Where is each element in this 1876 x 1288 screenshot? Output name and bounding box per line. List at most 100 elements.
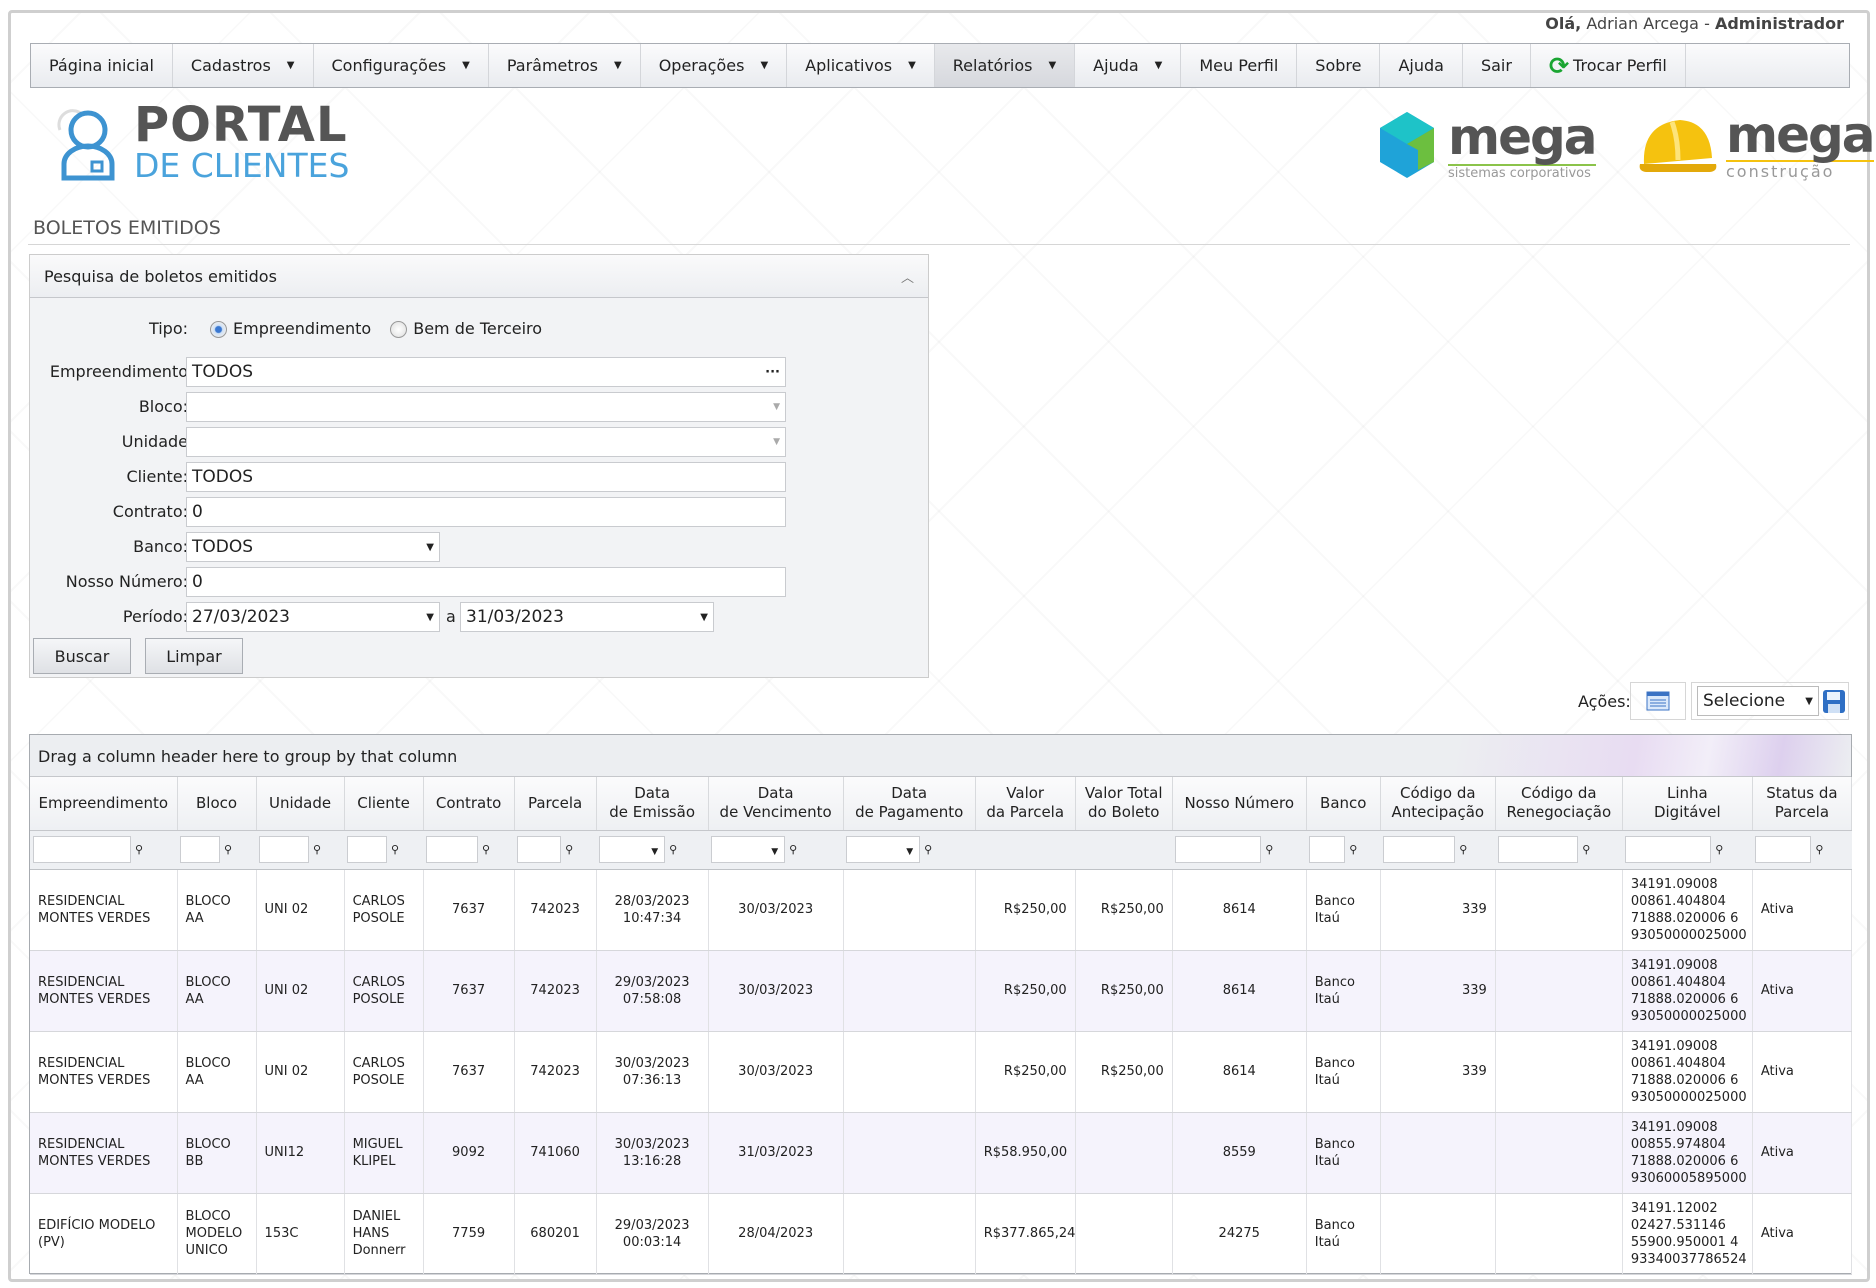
column-header[interactable]: Código da Antecipação	[1380, 777, 1496, 831]
column-header[interactable]: Contrato	[423, 777, 515, 831]
column-filter-input[interactable]	[180, 836, 221, 863]
column-header[interactable]: Valor Total do Boleto	[1075, 777, 1173, 831]
column-filter-input[interactable]	[1755, 836, 1812, 863]
table-row[interactable]: EDIFÍCIO MODELO (PV) BLOCO MODELO UNICO 15…	[30, 1193, 1853, 1275]
menu-item[interactable]: Operações ▼	[641, 44, 788, 87]
filter-pin-icon[interactable]: ⚲	[1264, 841, 1274, 858]
table-cell: 8614	[1172, 1031, 1307, 1113]
table-cell	[1075, 1193, 1173, 1275]
limpar-button[interactable]: Limpar	[145, 638, 243, 674]
column-filter-cell: ▼ ⚲	[708, 830, 844, 870]
periodo-from-date[interactable]: 27/03/2023 ▼	[186, 602, 440, 632]
column-filter-input[interactable]	[1498, 836, 1579, 863]
filter-pin-icon[interactable]: ⚲	[1348, 841, 1358, 858]
acoes-select[interactable]: Selecione ▼	[1697, 686, 1819, 716]
date-filter-select[interactable]: ▼	[846, 836, 921, 863]
column-header[interactable]: Unidade	[256, 777, 345, 831]
empreendimento-field[interactable]: TODOS ···	[186, 357, 786, 387]
save-button[interactable]	[1822, 688, 1846, 718]
buscar-button[interactable]: Buscar	[33, 638, 131, 674]
contrato-field[interactable]: 0	[186, 497, 786, 527]
menu-item[interactable]: Configurações ▼	[314, 44, 489, 87]
column-header[interactable]: Status da Parcela	[1752, 777, 1853, 831]
unidade-select[interactable]: ▼	[186, 427, 786, 457]
banco-select[interactable]: TODOS ▼	[186, 532, 440, 562]
periodo-to-date[interactable]: 31/03/2023 ▼	[460, 602, 714, 632]
column-filter-input[interactable]	[259, 836, 310, 863]
filter-pin-icon[interactable]: ⚲	[1814, 841, 1824, 858]
column-header[interactable]: Data de Emissão	[596, 777, 709, 831]
menu-item-label: Ajuda	[1398, 56, 1444, 75]
column-filter-input[interactable]	[1309, 836, 1346, 863]
date-filter-select[interactable]: ▼	[711, 836, 786, 863]
table-cell: Banco Itaú	[1306, 1112, 1381, 1194]
column-filter-input[interactable]	[347, 836, 388, 863]
grid-layout-button[interactable]	[1630, 682, 1686, 720]
filter-pin-icon[interactable]: ⚲	[1458, 841, 1468, 858]
column-filter-input[interactable]	[426, 836, 479, 863]
table-cell: EDIFÍCIO MODELO (PV)	[30, 1193, 178, 1275]
menu-item[interactable]: Página inicial	[31, 44, 173, 87]
column-filter-input[interactable]	[1175, 836, 1262, 863]
menu-item[interactable]: Sobre	[1297, 44, 1381, 87]
table-row[interactable]: RESIDENCIAL MONTES VERDES BLOCO AA UNI 02 C…	[30, 1031, 1853, 1113]
collapse-chevron-icon[interactable]: ︿	[901, 267, 914, 286]
menu-item[interactable]: Parâmetros ▼	[489, 44, 641, 87]
table-cell: CARLOS POSOLE	[344, 950, 424, 1032]
search-panel-header[interactable]: Pesquisa de boletos emitidos ︿	[30, 255, 928, 298]
column-filter-input[interactable]	[33, 836, 131, 863]
column-header[interactable]: Cliente	[344, 777, 424, 831]
table-row[interactable]: RESIDENCIAL MONTES VERDES BLOCO AA UNI 02 C…	[30, 950, 1853, 1032]
periodo-from-value: 27/03/2023	[192, 607, 290, 627]
filter-pin-icon[interactable]: ⚲	[481, 841, 491, 858]
table-row[interactable]: RESIDENCIAL MONTES VERDES BLOCO AA UNI 02 C…	[30, 869, 1853, 951]
table-cell: 28/03/2023 10:47:34	[596, 869, 709, 951]
column-header[interactable]: Código da Renegociação	[1495, 777, 1623, 831]
menu-item[interactable]: Ajuda ▼	[1075, 44, 1182, 87]
menu-item[interactable]: ⟳ Trocar Perfil	[1531, 44, 1686, 87]
filter-pin-icon[interactable]: ⚲	[312, 841, 322, 858]
menu-item[interactable]: Ajuda	[1380, 44, 1463, 87]
menu-item[interactable]: Aplicativos ▼	[787, 44, 935, 87]
filter-pin-icon[interactable]: ⚲	[1581, 841, 1591, 858]
table-cell: Banco Itaú	[1306, 950, 1381, 1032]
table-cell: MIGUEL KLIPEL	[344, 1112, 424, 1194]
menu-item[interactable]: Relatórios ▼	[934, 44, 1076, 87]
filter-pin-icon[interactable]: ⚲	[134, 841, 144, 858]
tipo-radio-group: Empreendimento Bem de Terceiro	[210, 319, 542, 338]
filter-pin-icon[interactable]: ⚲	[1714, 841, 1724, 858]
date-filter-select[interactable]: ▼	[599, 836, 666, 863]
column-header[interactable]: Valor da Parcela	[975, 777, 1076, 831]
periodo-separator: a	[446, 607, 456, 626]
tipo-radio-empreendimento[interactable]: Empreendimento	[210, 319, 371, 338]
filter-pin-icon[interactable]: ⚲	[564, 841, 574, 858]
table-cell: 8614	[1172, 950, 1307, 1032]
menu-item[interactable]: Meu Perfil	[1181, 44, 1298, 87]
filter-pin-icon[interactable]: ⚲	[223, 841, 233, 858]
filter-pin-icon[interactable]: ⚲	[390, 841, 400, 858]
table-cell	[1495, 1112, 1623, 1194]
column-header[interactable]: Banco	[1306, 777, 1381, 831]
nosso-numero-field[interactable]: 0	[186, 567, 786, 597]
menu-item[interactable]: Sair	[1463, 44, 1531, 87]
filter-pin-icon[interactable]: ⚲	[668, 841, 678, 858]
column-filter-input[interactable]	[1625, 836, 1712, 863]
column-header[interactable]: Bloco	[177, 777, 257, 831]
bloco-select[interactable]: ▼	[186, 392, 786, 422]
column-filter-input[interactable]	[1383, 836, 1456, 863]
table-row[interactable]: RESIDENCIAL MONTES VERDES BLOCO BB UNI12 MI…	[30, 1112, 1853, 1194]
ellipsis-lookup-icon[interactable]: ···	[765, 365, 780, 380]
tipo-radio-bem-de-terceiro[interactable]: Bem de Terceiro	[390, 319, 542, 338]
cliente-field[interactable]: TODOS	[186, 462, 786, 492]
column-header[interactable]: Parcela	[514, 777, 597, 831]
column-header[interactable]: Linha Digitável	[1622, 777, 1753, 831]
column-header[interactable]: Data de Vencimento	[708, 777, 844, 831]
group-by-panel[interactable]: Drag a column header here to group by th…	[30, 735, 1851, 777]
filter-pin-icon[interactable]: ⚲	[788, 841, 798, 858]
menu-item[interactable]: Cadastros ▼	[173, 44, 314, 87]
column-header[interactable]: Data de Pagamento	[843, 777, 976, 831]
column-header[interactable]: Nosso Número	[1172, 777, 1307, 831]
column-filter-input[interactable]	[517, 836, 562, 863]
column-header[interactable]: Empreendimento	[30, 777, 178, 831]
filter-pin-icon[interactable]: ⚲	[923, 841, 933, 858]
